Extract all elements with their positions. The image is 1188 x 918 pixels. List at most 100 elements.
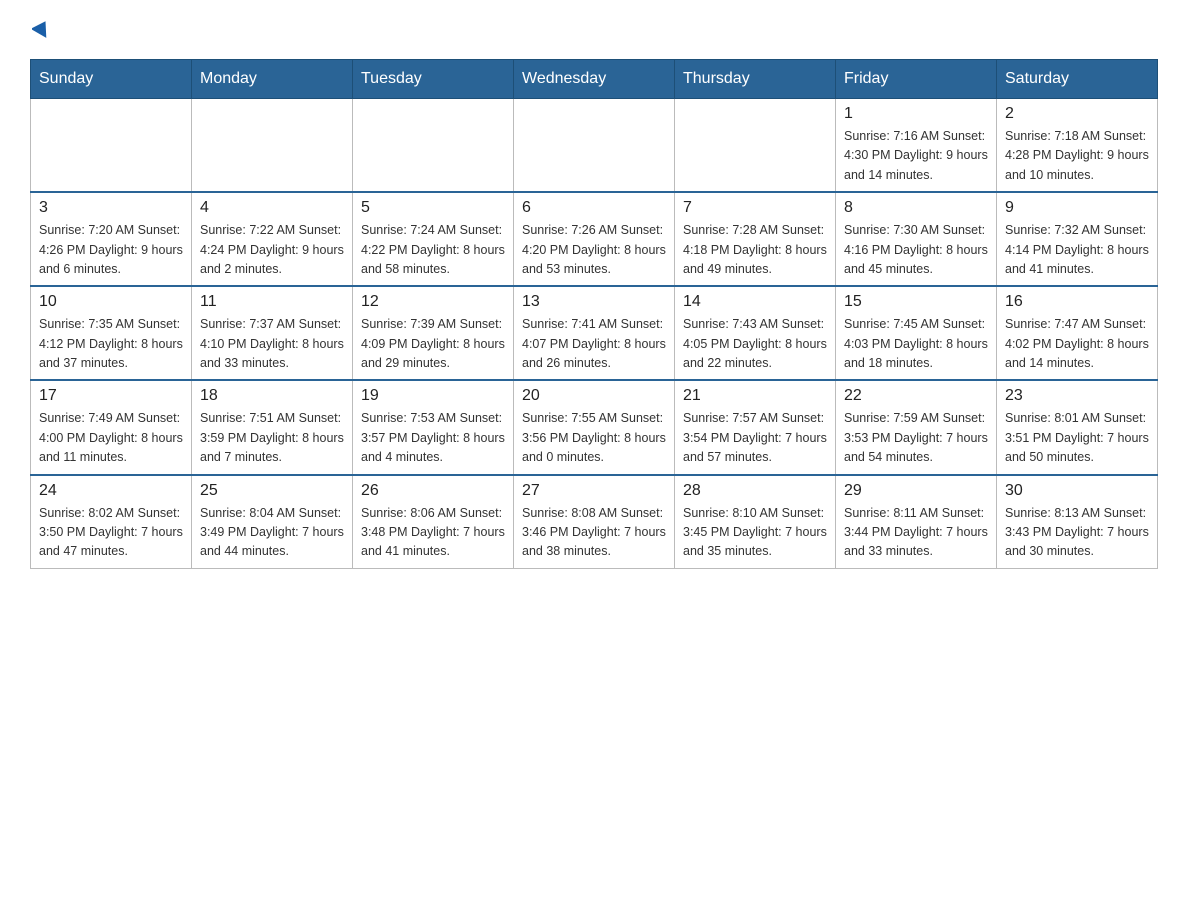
day-info: Sunrise: 7:59 AM Sunset: 3:53 PM Dayligh… [844, 409, 988, 467]
calendar-cell: 30 Sunrise: 8:13 AM Sunset: 3:43 PM Dayli… [997, 475, 1158, 569]
day-number: 21 [683, 387, 827, 405]
day-number: 7 [683, 199, 827, 217]
calendar-cell [514, 99, 675, 193]
weekday-header-saturday: Saturday [997, 60, 1158, 99]
calendar-cell: 22 Sunrise: 7:59 AM Sunset: 3:53 PM Dayli… [836, 380, 997, 474]
calendar-cell: 26 Sunrise: 8:06 AM Sunset: 3:48 PM Dayli… [353, 475, 514, 569]
calendar-week-row: 17 Sunrise: 7:49 AM Sunset: 4:00 PM Dayli… [31, 380, 1158, 474]
day-info: Sunrise: 7:37 AM Sunset: 4:10 PM Dayligh… [200, 315, 344, 373]
calendar-cell [675, 99, 836, 193]
day-info: Sunrise: 8:08 AM Sunset: 3:46 PM Dayligh… [522, 504, 666, 562]
calendar-cell: 9 Sunrise: 7:32 AM Sunset: 4:14 PM Daylig… [997, 192, 1158, 286]
day-info: Sunrise: 7:53 AM Sunset: 3:57 PM Dayligh… [361, 409, 505, 467]
day-info: Sunrise: 8:06 AM Sunset: 3:48 PM Dayligh… [361, 504, 505, 562]
calendar-cell: 13Sunrise: 7:41 AM Sunset: 4:07 PM Dayli… [514, 286, 675, 380]
day-info: Sunrise: 7:39 AM Sunset: 4:09 PM Dayligh… [361, 315, 505, 373]
day-number: 3 [39, 199, 183, 217]
day-info: Sunrise: 7:49 AM Sunset: 4:00 PM Dayligh… [39, 409, 183, 467]
day-number: 30 [1005, 482, 1149, 500]
day-info: Sunrise: 8:02 AM Sunset: 3:50 PM Dayligh… [39, 504, 183, 562]
calendar-cell: 18 Sunrise: 7:51 AM Sunset: 3:59 PM Dayli… [192, 380, 353, 474]
day-info: Sunrise: 8:04 AM Sunset: 3:49 PM Dayligh… [200, 504, 344, 562]
calendar-cell: 28Sunrise: 8:10 AM Sunset: 3:45 PM Dayli… [675, 475, 836, 569]
day-number: 2 [1005, 105, 1149, 123]
day-number: 24 [39, 482, 183, 500]
day-number: 17 [39, 387, 183, 405]
calendar-week-row: 3 Sunrise: 7:20 AM Sunset: 4:26 PM Daylig… [31, 192, 1158, 286]
day-number: 19 [361, 387, 505, 405]
day-number: 10 [39, 293, 183, 311]
weekday-header-friday: Friday [836, 60, 997, 99]
day-info: Sunrise: 7:35 AM Sunset: 4:12 PM Dayligh… [39, 315, 183, 373]
day-number: 13 [522, 293, 666, 311]
day-info: Sunrise: 7:18 AM Sunset: 4:28 PM Dayligh… [1005, 127, 1149, 185]
calendar-cell: 17 Sunrise: 7:49 AM Sunset: 4:00 PM Dayli… [31, 380, 192, 474]
logo [30, 20, 50, 43]
calendar-header-row: SundayMondayTuesdayWednesdayThursdayFrid… [31, 60, 1158, 99]
day-info: Sunrise: 7:43 AM Sunset: 4:05 PM Dayligh… [683, 315, 827, 373]
page-header [30, 20, 1158, 43]
calendar-cell: 7 Sunrise: 7:28 AM Sunset: 4:18 PM Daylig… [675, 192, 836, 286]
calendar-cell: 11 Sunrise: 7:37 AM Sunset: 4:10 PM Dayli… [192, 286, 353, 380]
day-info: Sunrise: 7:45 AM Sunset: 4:03 PM Dayligh… [844, 315, 988, 373]
day-info: Sunrise: 7:57 AM Sunset: 3:54 PM Dayligh… [683, 409, 827, 467]
day-number: 22 [844, 387, 988, 405]
day-number: 1 [844, 105, 988, 123]
calendar-cell: 3 Sunrise: 7:20 AM Sunset: 4:26 PM Daylig… [31, 192, 192, 286]
calendar-week-row: 1 Sunrise: 7:16 AM Sunset: 4:30 PM Daylig… [31, 99, 1158, 193]
day-number: 29 [844, 482, 988, 500]
day-number: 12 [361, 293, 505, 311]
calendar-week-row: 24 Sunrise: 8:02 AM Sunset: 3:50 PM Dayli… [31, 475, 1158, 569]
day-number: 15 [844, 293, 988, 311]
day-number: 23 [1005, 387, 1149, 405]
calendar-cell: 19 Sunrise: 7:53 AM Sunset: 3:57 PM Dayli… [353, 380, 514, 474]
day-info: Sunrise: 7:30 AM Sunset: 4:16 PM Dayligh… [844, 221, 988, 279]
calendar-cell [353, 99, 514, 193]
day-number: 26 [361, 482, 505, 500]
day-info: Sunrise: 8:13 AM Sunset: 3:43 PM Dayligh… [1005, 504, 1149, 562]
calendar-cell: 1 Sunrise: 7:16 AM Sunset: 4:30 PM Daylig… [836, 99, 997, 193]
day-info: Sunrise: 7:24 AM Sunset: 4:22 PM Dayligh… [361, 221, 505, 279]
calendar-cell: 20 Sunrise: 7:55 AM Sunset: 3:56 PM Dayli… [514, 380, 675, 474]
calendar-cell [31, 99, 192, 193]
calendar-cell: 10 Sunrise: 7:35 AM Sunset: 4:12 PM Dayli… [31, 286, 192, 380]
day-number: 11 [200, 293, 344, 311]
logo-arrow-icon [32, 20, 50, 43]
calendar-cell: 29 Sunrise: 8:11 AM Sunset: 3:44 PM Dayli… [836, 475, 997, 569]
calendar-cell: 24 Sunrise: 8:02 AM Sunset: 3:50 PM Dayli… [31, 475, 192, 569]
day-info: Sunrise: 7:51 AM Sunset: 3:59 PM Dayligh… [200, 409, 344, 467]
calendar-cell: 27Sunrise: 8:08 AM Sunset: 3:46 PM Dayli… [514, 475, 675, 569]
day-info: Sunrise: 8:10 AM Sunset: 3:45 PM Dayligh… [683, 504, 827, 562]
weekday-header-thursday: Thursday [675, 60, 836, 99]
day-info: Sunrise: 7:20 AM Sunset: 4:26 PM Dayligh… [39, 221, 183, 279]
day-info: Sunrise: 8:01 AM Sunset: 3:51 PM Dayligh… [1005, 409, 1149, 467]
day-info: Sunrise: 7:47 AM Sunset: 4:02 PM Dayligh… [1005, 315, 1149, 373]
day-number: 18 [200, 387, 344, 405]
weekday-header-wednesday: Wednesday [514, 60, 675, 99]
day-info: Sunrise: 7:28 AM Sunset: 4:18 PM Dayligh… [683, 221, 827, 279]
weekday-header-tuesday: Tuesday [353, 60, 514, 99]
calendar-cell: 14Sunrise: 7:43 AM Sunset: 4:05 PM Dayli… [675, 286, 836, 380]
calendar-week-row: 10 Sunrise: 7:35 AM Sunset: 4:12 PM Dayli… [31, 286, 1158, 380]
day-number: 6 [522, 199, 666, 217]
day-number: 20 [522, 387, 666, 405]
day-number: 4 [200, 199, 344, 217]
calendar-cell: 6 Sunrise: 7:26 AM Sunset: 4:20 PM Daylig… [514, 192, 675, 286]
day-info: Sunrise: 7:32 AM Sunset: 4:14 PM Dayligh… [1005, 221, 1149, 279]
day-info: Sunrise: 7:26 AM Sunset: 4:20 PM Dayligh… [522, 221, 666, 279]
day-info: Sunrise: 7:16 AM Sunset: 4:30 PM Dayligh… [844, 127, 988, 185]
day-number: 5 [361, 199, 505, 217]
day-info: Sunrise: 7:22 AM Sunset: 4:24 PM Dayligh… [200, 221, 344, 279]
day-info: Sunrise: 8:11 AM Sunset: 3:44 PM Dayligh… [844, 504, 988, 562]
calendar-cell: 23 Sunrise: 8:01 AM Sunset: 3:51 PM Dayli… [997, 380, 1158, 474]
weekday-header-monday: Monday [192, 60, 353, 99]
calendar-table: SundayMondayTuesdayWednesdayThursdayFrid… [30, 59, 1158, 569]
day-number: 8 [844, 199, 988, 217]
day-number: 16 [1005, 293, 1149, 311]
day-number: 25 [200, 482, 344, 500]
calendar-cell: 5 Sunrise: 7:24 AM Sunset: 4:22 PM Daylig… [353, 192, 514, 286]
calendar-cell: 8 Sunrise: 7:30 AM Sunset: 4:16 PM Daylig… [836, 192, 997, 286]
calendar-cell: 4 Sunrise: 7:22 AM Sunset: 4:24 PM Daylig… [192, 192, 353, 286]
day-number: 9 [1005, 199, 1149, 217]
day-info: Sunrise: 7:55 AM Sunset: 3:56 PM Dayligh… [522, 409, 666, 467]
